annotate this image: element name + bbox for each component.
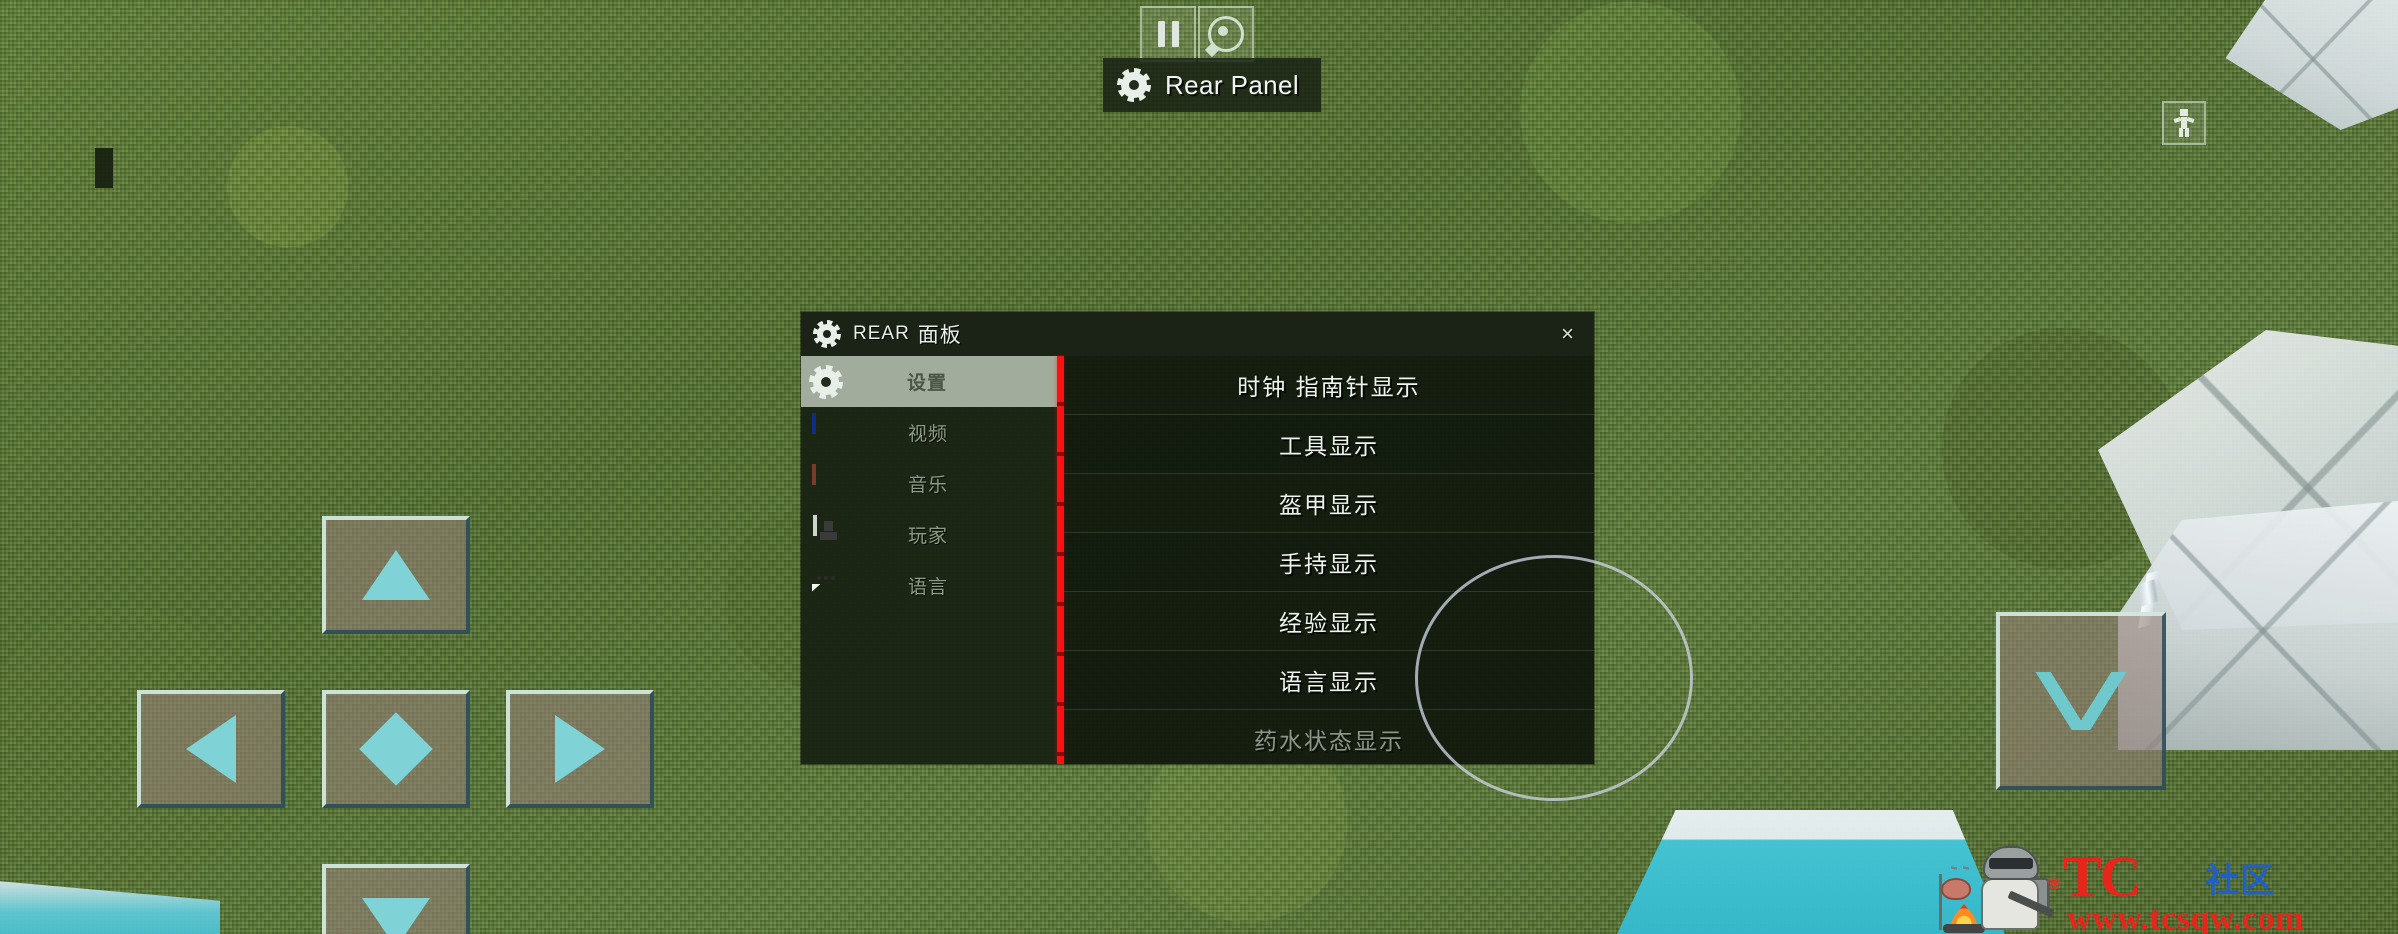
arrow-right-icon — [555, 715, 605, 783]
option-row[interactable]: 经验显示 — [1064, 592, 1594, 651]
option-row[interactable]: 语言显示 — [1064, 651, 1594, 710]
gear-icon — [809, 364, 843, 399]
pause-button[interactable] — [1140, 6, 1196, 62]
sidebar-item-label: 音乐 — [907, 475, 948, 496]
dpad-center-button[interactable] — [322, 690, 470, 808]
chat-bubble-icon — [1208, 16, 1244, 52]
sidebar-item-settings[interactable]: 设置 — [801, 356, 1057, 407]
option-row[interactable]: 手持显示 — [1064, 533, 1594, 592]
panel-sidebar: 设置 视频 音乐 玩家 语言 — [801, 356, 1057, 764]
page-title: 面板 — [917, 324, 962, 347]
dpad-up-button[interactable] — [322, 516, 470, 634]
rear-settings-panel: REAR 面板 × 设置 视频 音乐 玩家 语言 时钟 指南针显示 工具显示 盔… — [801, 312, 1594, 764]
gear-icon — [813, 320, 841, 348]
pause-icon — [1157, 21, 1179, 47]
arrow-down-icon — [362, 898, 430, 934]
jump-button[interactable] — [1996, 612, 2166, 790]
option-row[interactable]: 盔甲显示 — [1064, 474, 1594, 533]
option-label: 经验显示 — [1279, 610, 1379, 636]
close-icon[interactable]: × — [1555, 319, 1580, 349]
arrow-up-icon — [362, 550, 430, 600]
option-row[interactable]: 工具显示 — [1064, 415, 1594, 474]
option-label: 语言显示 — [1279, 669, 1379, 695]
diamond-icon — [359, 712, 433, 786]
dpad-left-button[interactable] — [137, 690, 285, 808]
option-label: 药水状态显示 — [1254, 728, 1404, 754]
option-label: 盔甲显示 — [1279, 492, 1379, 518]
sidebar-item-language[interactable]: 语言 — [801, 560, 1057, 611]
option-label: 时钟 指南针显示 — [1237, 374, 1421, 400]
sidebar-item-label: 玩家 — [907, 526, 948, 547]
option-label: 工具显示 — [1279, 433, 1379, 459]
options-list[interactable]: 时钟 指南针显示 工具显示 盔甲显示 手持显示 经验显示 语言显示 药水状态显示 — [1064, 356, 1594, 764]
game-screen: Rear Panel REAR 面板 × 设置 视频 音乐 玩家 语言 时钟 指… — [0, 0, 2398, 934]
option-row[interactable]: 药水状态显示 — [1064, 710, 1594, 764]
dpad-down-button[interactable] — [322, 864, 470, 934]
rear-panel-tooltip[interactable]: Rear Panel — [1103, 58, 1322, 112]
chevron-up-icon — [2033, 672, 2129, 730]
sidebar-item-label: 语言 — [907, 577, 948, 598]
gear-icon — [1117, 68, 1151, 102]
video-icon — [812, 412, 816, 434]
sidebar-item-label: 设置 — [906, 373, 947, 394]
sidebar-item-video[interactable]: 视频 — [801, 407, 1057, 458]
panel-header: REAR 面板 × — [801, 312, 1594, 356]
option-row[interactable]: 时钟 指南针显示 — [1064, 356, 1594, 415]
panel-body: 设置 视频 音乐 玩家 语言 时钟 指南针显示 工具显示 盔甲显示 手持显示 经… — [801, 356, 1594, 764]
sidebar-item-label: 视频 — [907, 424, 948, 445]
person-icon — [2173, 109, 2195, 137]
music-icon — [812, 463, 816, 485]
arrow-left-icon — [186, 715, 236, 783]
sidebar-item-player[interactable]: 玩家 — [801, 509, 1057, 560]
chat-button[interactable] — [1198, 6, 1254, 62]
panel-divider — [1057, 356, 1064, 764]
sidebar-item-music[interactable]: 音乐 — [801, 458, 1057, 509]
panel-title-prefix: REAR — [853, 323, 910, 344]
rear-panel-tooltip-label: Rear Panel — [1165, 69, 1300, 100]
player-icon — [813, 514, 817, 536]
third-person-toggle-button[interactable] — [2162, 101, 2206, 145]
dpad-right-button[interactable] — [506, 690, 654, 808]
option-label: 手持显示 — [1279, 551, 1379, 577]
